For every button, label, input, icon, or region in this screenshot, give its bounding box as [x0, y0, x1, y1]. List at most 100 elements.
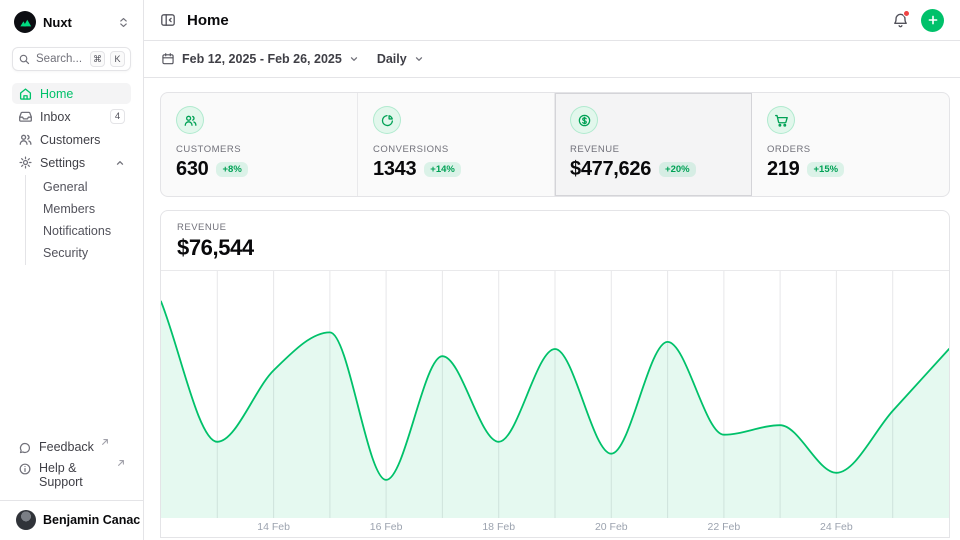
user-name: Benjamin Canac	[43, 513, 140, 527]
settings-subnav: General Members Notifications Security	[25, 175, 131, 265]
revenue-chart-card: REVENUE $76,544 14 Feb 16 Feb 18 Feb 20 Feb…	[160, 210, 950, 538]
dashboard-app: Nuxt Search... ⌘ K Home	[0, 0, 960, 540]
panel-collapse-icon	[160, 12, 176, 28]
stat-card-orders[interactable]: ORDERS 219 +15%	[752, 93, 949, 196]
cart-icon	[767, 106, 795, 134]
revenue-chart-value: $76,544	[177, 235, 933, 261]
filters-toolbar: Feb 12, 2025 - Feb 26, 2025 Daily	[144, 41, 960, 78]
stat-delta-badge: +15%	[807, 162, 844, 178]
users-icon	[176, 106, 204, 134]
sidebar-nav: Home Inbox 4 Customers	[12, 83, 131, 265]
search-icon	[18, 53, 31, 66]
team-switcher[interactable]: Nuxt	[12, 10, 131, 34]
svg-text:22 Feb: 22 Feb	[708, 521, 741, 533]
header-actions	[892, 9, 944, 32]
sub-item-label: Members	[43, 202, 95, 216]
stat-label: CONVERSIONS	[373, 144, 539, 155]
stat-card-conversions[interactable]: CONVERSIONS 1343 +14%	[358, 93, 555, 196]
team-name: Nuxt	[43, 15, 72, 30]
revenue-area-chart[interactable]: 14 Feb 16 Feb 18 Feb 20 Feb 22 Feb 24 Feb	[161, 271, 949, 537]
search-input[interactable]: Search... ⌘ K	[12, 47, 131, 71]
feedback-label: Feedback	[39, 440, 94, 454]
stats-row: CUSTOMERS 630 +8% CONVERSIONS 1343 +14%	[160, 92, 950, 197]
sidebar-item-inbox[interactable]: Inbox 4	[12, 106, 131, 127]
sidebar-item-label: Home	[40, 87, 73, 101]
stat-card-revenue[interactable]: REVENUE $477,626 +20%	[555, 93, 752, 196]
external-link-icon	[117, 459, 125, 467]
stat-value: 219	[767, 158, 799, 181]
period-label: Daily	[377, 52, 407, 66]
sidebar-item-settings[interactable]: Settings	[12, 152, 131, 173]
user-menu[interactable]: Benjamin Canac	[12, 501, 131, 532]
unread-notification-dot	[903, 10, 910, 17]
sidebar-item-label: Inbox	[40, 110, 71, 124]
stat-value: 630	[176, 158, 208, 181]
revenue-area-chart-svg: 14 Feb 16 Feb 18 Feb 20 Feb 22 Feb 24 Feb	[161, 271, 949, 537]
notifications-button[interactable]	[892, 12, 909, 29]
kbd-k: K	[110, 51, 125, 67]
period-select[interactable]: Daily	[377, 52, 424, 66]
external-link-icon	[101, 438, 109, 446]
users-icon	[18, 132, 33, 147]
svg-text:24 Feb: 24 Feb	[820, 521, 853, 533]
page-header: Home	[144, 0, 960, 41]
chevron-up-icon	[115, 158, 125, 168]
sub-item-label: Notifications	[43, 224, 111, 238]
main-panel: Home Feb 12, 2	[144, 0, 960, 540]
sidebar-item-label: Settings	[40, 156, 85, 170]
stat-card-customers[interactable]: CUSTOMERS 630 +8%	[161, 93, 358, 196]
svg-text:18 Feb: 18 Feb	[482, 521, 515, 533]
stat-label: REVENUE	[570, 144, 736, 155]
chevron-down-icon	[414, 54, 424, 64]
svg-text:20 Feb: 20 Feb	[595, 521, 628, 533]
stat-label: CUSTOMERS	[176, 144, 342, 155]
sidebar-item-members[interactable]: Members	[26, 198, 131, 219]
date-range-label: Feb 12, 2025 - Feb 26, 2025	[182, 52, 342, 66]
stat-delta-badge: +20%	[659, 162, 696, 178]
stat-value: $477,626	[570, 158, 651, 181]
stat-label: ORDERS	[767, 144, 934, 155]
feedback-link[interactable]: Feedback	[12, 437, 131, 458]
help-support-link[interactable]: Help & Support	[12, 458, 131, 492]
nuxt-logo-icon	[14, 11, 36, 33]
sidebar-item-customers[interactable]: Customers	[12, 129, 131, 150]
page-title: Home	[187, 12, 229, 29]
circle-dollar-icon	[570, 106, 598, 134]
sidebar-bottom: Feedback Help & Support Benjamin Canac	[12, 437, 131, 532]
calendar-icon	[161, 52, 175, 66]
svg-text:14 Feb: 14 Feb	[257, 521, 290, 533]
stat-delta-badge: +8%	[216, 162, 247, 178]
add-button[interactable]	[921, 9, 944, 32]
help-support-label: Help & Support	[39, 461, 110, 489]
sub-item-label: Security	[43, 246, 88, 260]
chart-pie-icon	[373, 106, 401, 134]
stat-delta-badge: +14%	[424, 162, 461, 178]
sidebar-item-label: Customers	[40, 133, 100, 147]
plus-icon	[927, 14, 939, 26]
search-placeholder: Search...	[36, 53, 85, 65]
sidebar: Nuxt Search... ⌘ K Home	[0, 0, 144, 540]
chevron-down-icon	[349, 54, 359, 64]
revenue-chart-title: REVENUE	[177, 222, 933, 233]
sidebar-item-general[interactable]: General	[26, 176, 131, 197]
inbox-icon	[18, 109, 33, 124]
select-chevrons-icon	[118, 17, 129, 28]
sidebar-top: Nuxt Search... ⌘ K Home	[12, 10, 131, 265]
revenue-chart-header: REVENUE $76,544	[161, 211, 949, 271]
svg-text:16 Feb: 16 Feb	[370, 521, 403, 533]
sidebar-item-home[interactable]: Home	[12, 83, 131, 104]
chat-bubble-icon	[18, 441, 32, 455]
collapse-sidebar-button[interactable]	[160, 12, 176, 28]
kbd-meta: ⌘	[90, 51, 105, 67]
sub-item-label: General	[43, 180, 87, 194]
avatar	[16, 510, 36, 530]
date-range-picker[interactable]: Feb 12, 2025 - Feb 26, 2025	[161, 52, 359, 66]
house-icon	[18, 86, 33, 101]
sidebar-item-security[interactable]: Security	[26, 242, 131, 263]
gear-icon	[18, 155, 33, 170]
dashboard-content: CUSTOMERS 630 +8% CONVERSIONS 1343 +14%	[144, 78, 960, 540]
stat-value: 1343	[373, 158, 416, 181]
info-circle-icon	[18, 462, 32, 476]
sidebar-item-notifications[interactable]: Notifications	[26, 220, 131, 241]
inbox-count-badge: 4	[110, 109, 125, 124]
